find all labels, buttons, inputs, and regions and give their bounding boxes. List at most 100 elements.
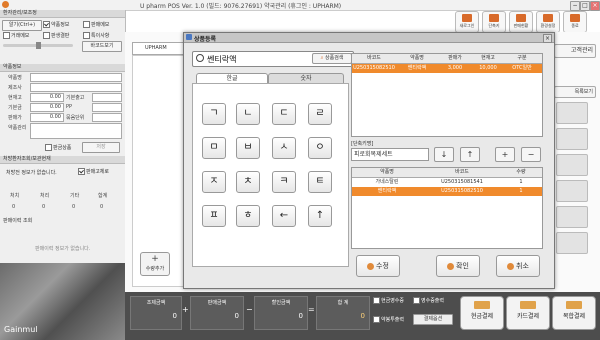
trade-memo-checkbox[interactable] [3, 32, 10, 39]
board-check[interactable]: 판생결판 [43, 32, 69, 39]
key-jieut[interactable]: ㅈ [202, 171, 226, 193]
col-stock: 현재고 [481, 55, 495, 61]
barcode-view-button[interactable]: 바코드보기 [82, 41, 122, 52]
base-amount-field[interactable]: 0.00 [30, 103, 64, 112]
dialog-close-button[interactable]: × [543, 34, 552, 43]
save-button[interactable]: 저장 [82, 142, 120, 153]
special-goods-check[interactable]: 판금상품 [45, 144, 71, 151]
move-up-button[interactable]: ↑ [460, 147, 480, 162]
key-ieung[interactable]: ㅇ [308, 137, 332, 159]
backspace-key[interactable]: ← [272, 205, 296, 227]
edit-label: 수정 [376, 262, 389, 270]
cash-receipt-checkbox[interactable] [373, 297, 380, 304]
list-view-button[interactable]: 목록보기 [554, 86, 596, 98]
receipt-print-label: 영수증출력 [421, 298, 445, 304]
row2-drug-name: 가네스탈린 [375, 179, 399, 185]
special-checkbox[interactable] [83, 32, 90, 39]
customer-button[interactable]: 고객관리 [554, 44, 596, 58]
shortcut-button[interactable]: 단축키 [482, 11, 506, 33]
side-slot-2[interactable] [556, 128, 588, 150]
remove-row-button[interactable]: − [521, 147, 541, 162]
envelope-print-checkbox[interactable] [373, 316, 380, 323]
side-slot-3[interactable] [556, 154, 588, 176]
drug-manage-field[interactable] [30, 123, 122, 139]
key-rieul[interactable]: ㄹ [308, 103, 332, 125]
sales-fix-check[interactable]: 판매고체로 [78, 168, 109, 175]
drug-name-field[interactable] [30, 73, 122, 82]
key-bieup[interactable]: ㅂ [236, 137, 260, 159]
trade-memo-check[interactable]: 거래메모 [3, 32, 29, 39]
special-check[interactable]: 특이사항 [83, 32, 109, 39]
side-slot-1[interactable] [556, 102, 588, 124]
edit-icon [367, 262, 375, 270]
receipt-print-check[interactable]: 영수증출력 [413, 297, 444, 304]
cash-receipt-check[interactable]: 현금영수증 [373, 297, 404, 304]
key-kieuk[interactable]: ㅋ [272, 171, 296, 193]
add-qty-button[interactable]: + 수량추가 [140, 252, 170, 276]
envelope-print-check[interactable]: 약봉투출력 [373, 316, 404, 323]
slider-handle[interactable] [36, 42, 41, 49]
side-slot-5[interactable] [556, 206, 588, 228]
cancel-button[interactable]: 취소 [496, 255, 540, 277]
col-kind: 구분 [517, 55, 527, 61]
sales-fix-checkbox[interactable] [78, 168, 85, 175]
board-checkbox[interactable] [43, 32, 50, 39]
search-input[interactable]: 쎈티락액 [207, 54, 236, 65]
product-search-button[interactable]: ⌕ 상품검색 [312, 53, 352, 64]
minimize-button[interactable]: − [570, 1, 580, 11]
mixed-pay-button[interactable]: 복합결제 [552, 296, 596, 330]
key-giyeok[interactable]: ㄱ [202, 103, 226, 125]
drug-section-header: 약품정보 [0, 64, 125, 72]
shift-key[interactable]: ↑ [308, 205, 332, 227]
cash-pay-button[interactable]: 현금결제 [460, 296, 504, 330]
table-row[interactable]: 가네스탈린 U250315081541 1 [352, 178, 542, 187]
search-key-button[interactable]: 알기(Ctrl+) [2, 20, 42, 31]
key-hieut[interactable]: ㅎ [236, 205, 260, 227]
payment-option-button[interactable]: 결제옵션 [413, 314, 453, 325]
stock-field[interactable]: 0.00 [30, 93, 64, 102]
key-digeut[interactable]: ㄷ [272, 103, 296, 125]
equals-op: = [308, 305, 315, 314]
key-nieun[interactable]: ㄴ [236, 103, 260, 125]
key-chieut[interactable]: ㅊ [236, 171, 260, 193]
pp-label: PP [66, 104, 73, 110]
maximize-button[interactable]: □ [580, 1, 590, 11]
card-pay-button[interactable]: 카드결제 [506, 296, 550, 330]
relogin-button[interactable]: 새로그인 [455, 11, 479, 33]
drug-info-checkbox[interactable] [43, 21, 50, 28]
plus-op: + [182, 305, 189, 314]
pp-field[interactable] [92, 103, 122, 112]
base-out-field[interactable] [92, 93, 122, 102]
shortcut-group-field[interactable]: 피로회복제세트 [351, 148, 429, 161]
price-field[interactable]: 0.00 [30, 113, 64, 122]
move-down-button[interactable]: ↓ [434, 147, 454, 162]
sales-status-button[interactable]: 판매현황 [509, 11, 533, 33]
special-goods-label: 판금상품 [53, 145, 72, 151]
add-row-button[interactable]: + [495, 147, 515, 162]
sales-memo-check[interactable]: 판매메모 [83, 21, 109, 28]
confirm-button[interactable]: 확인 [436, 255, 480, 277]
exit-button[interactable]: 종료 [563, 11, 587, 33]
tab-number[interactable]: 숫자 [268, 73, 344, 83]
relogin-label: 새로그인 [459, 23, 475, 28]
close-button[interactable]: × [590, 1, 600, 11]
table-row[interactable]: 쎈티락액 U250315082510 1 [352, 187, 542, 196]
side-slot-6[interactable] [556, 232, 588, 254]
key-mieum[interactable]: ㅁ [202, 137, 226, 159]
drug-info-check[interactable]: 약품정보 [43, 21, 69, 28]
side-slot-4[interactable] [556, 180, 588, 202]
col-barcode: 바코드 [367, 55, 381, 61]
table-row[interactable]: U250315082510 쎈티락액 3,000 10,000 OTC일반 [352, 64, 542, 73]
key-siot[interactable]: ㅅ [272, 137, 296, 159]
sales-memo-checkbox[interactable] [83, 21, 90, 28]
settings-button[interactable]: 환경설정 [536, 11, 560, 33]
prescription-empty-text: 처방전 정보가 없습니다. [6, 170, 57, 176]
special-goods-checkbox[interactable] [45, 144, 52, 151]
key-pieup[interactable]: ㅍ [202, 205, 226, 227]
tab-korean[interactable]: 한글 [196, 73, 268, 83]
bundle-field[interactable] [92, 113, 122, 122]
key-tieut[interactable]: ㅌ [308, 171, 332, 193]
edit-button[interactable]: 수정 [356, 255, 400, 277]
maker-field[interactable] [30, 83, 122, 92]
receipt-print-checkbox[interactable] [413, 297, 420, 304]
